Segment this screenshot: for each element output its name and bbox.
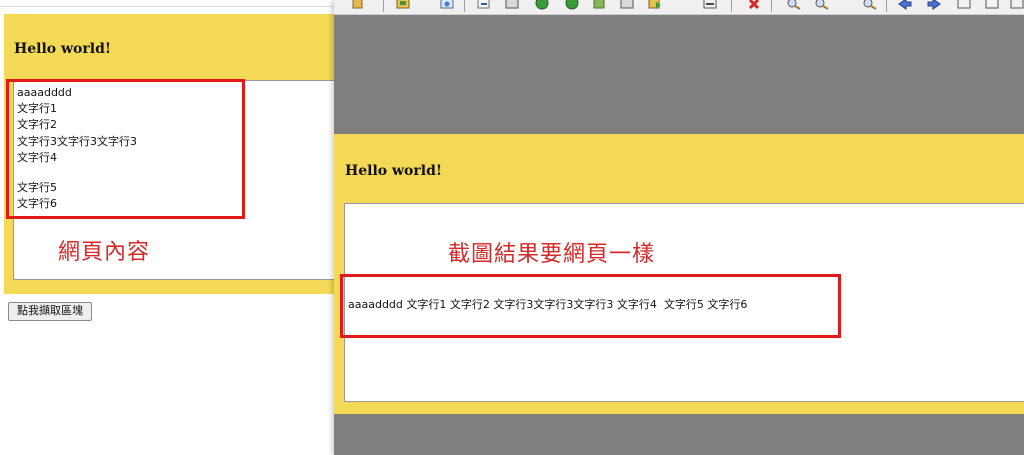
delete-icon[interactable] <box>746 0 762 10</box>
export-icon[interactable] <box>476 0 492 10</box>
source-web-page: Hello world! aaaadddd 文字行1 文字行2 文字行3文字行3… <box>0 0 334 455</box>
print-icon[interactable] <box>504 0 520 10</box>
capture-block-button[interactable]: 點我擷取區塊 <box>8 302 92 321</box>
arrow-left-icon[interactable] <box>897 0 913 10</box>
send-icon[interactable] <box>647 0 663 10</box>
toolbar-separator <box>383 0 384 12</box>
window-icon[interactable] <box>956 0 972 10</box>
open-icon[interactable] <box>350 0 366 10</box>
toolbar-separator <box>886 0 887 12</box>
toolbar-separator <box>771 0 772 12</box>
zoom-in-icon[interactable] <box>786 0 802 10</box>
screenshot-viewer: Hello world! aaaadddd 文字行1 文字行2 文字行3文字行3… <box>334 0 1024 455</box>
globe-icon[interactable] <box>534 0 550 10</box>
viewer-toolbar <box>334 0 1024 15</box>
insert-icon[interactable] <box>702 0 718 10</box>
help-icon[interactable] <box>439 0 455 10</box>
window-icon[interactable] <box>1009 0 1024 10</box>
zoom-out-icon[interactable] <box>862 0 878 10</box>
highlight-frame-source <box>6 79 245 219</box>
top-divider <box>0 6 334 7</box>
annotation-result: 截圖結果要網頁一樣 <box>448 242 656 267</box>
captured-heading: Hello world! <box>345 163 443 179</box>
toolbar-separator <box>731 0 732 12</box>
highlight-frame-result <box>340 274 841 338</box>
globe-icon[interactable] <box>564 0 580 10</box>
zoom-fit-icon[interactable] <box>814 0 830 10</box>
annotation-source: 網頁內容 <box>58 240 151 265</box>
save-icon[interactable] <box>395 0 411 10</box>
toolbar-separator <box>464 0 465 12</box>
arrow-right-icon[interactable] <box>926 0 942 10</box>
window-icon[interactable] <box>984 0 1000 10</box>
page-heading: Hello world! <box>14 41 112 57</box>
copy-icon[interactable] <box>592 0 608 10</box>
page-icon[interactable] <box>619 0 635 10</box>
